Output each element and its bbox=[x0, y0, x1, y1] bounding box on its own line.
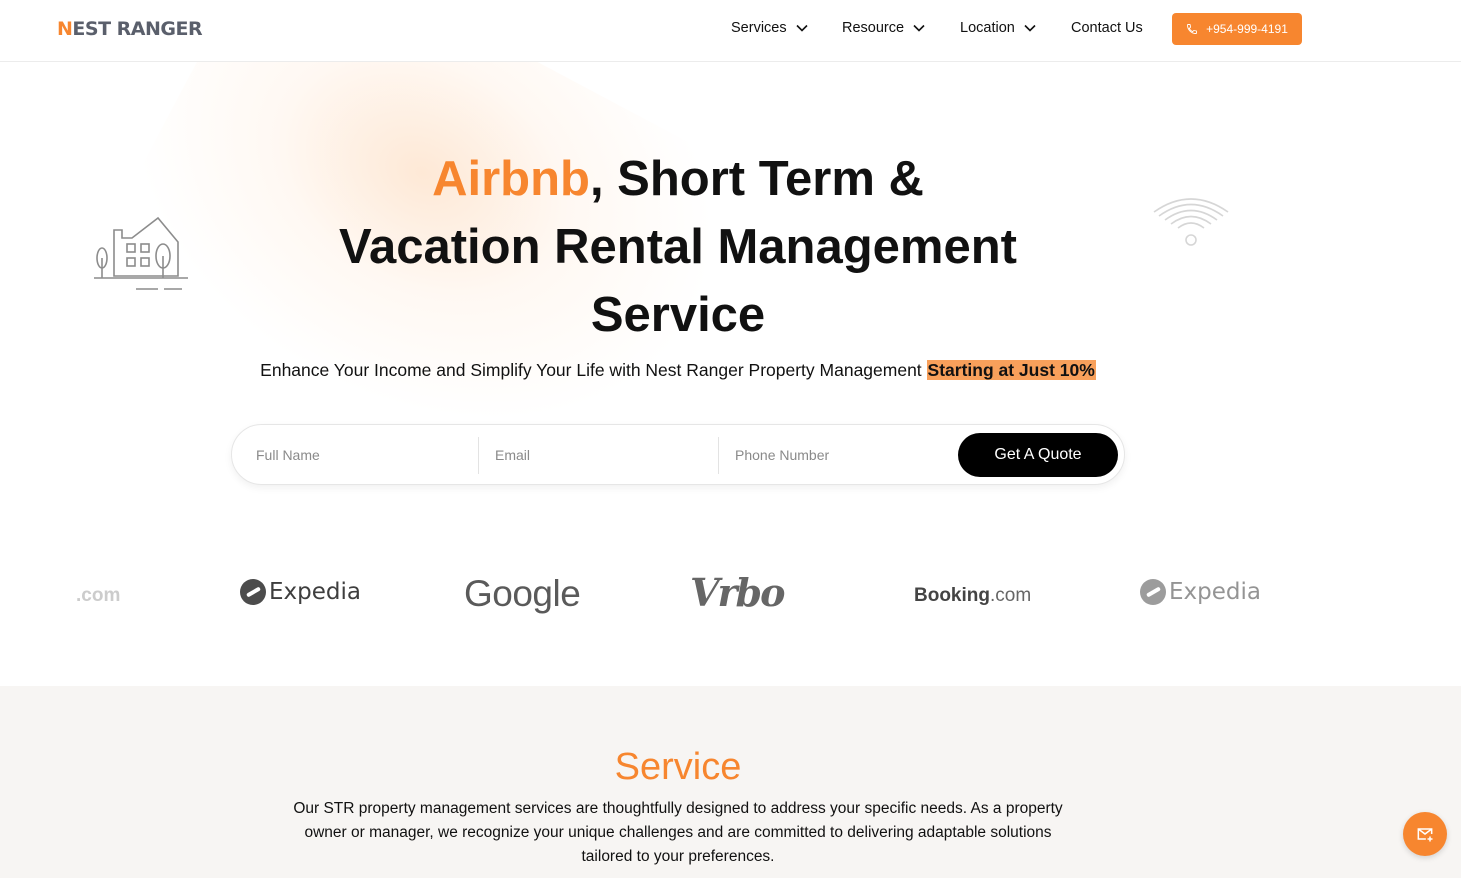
brand-logo-google: Google bbox=[464, 573, 581, 614]
phone-icon bbox=[1187, 24, 1198, 34]
brand-logo-partial-booking: .com bbox=[76, 585, 121, 606]
brand-expedia-text: Expedia bbox=[1169, 579, 1261, 605]
hero-subtitle: Enhance Your Income and Simplify Your Li… bbox=[0, 360, 1356, 381]
full-name-input[interactable] bbox=[256, 437, 476, 473]
quote-form: Get A Quote bbox=[231, 424, 1125, 485]
brand-booking-main: Booking bbox=[914, 585, 990, 606]
nav-contact-label: Contact Us bbox=[1071, 20, 1143, 36]
brand-booking-suffix: .com bbox=[990, 585, 1032, 606]
service-title: Service bbox=[614, 746, 742, 788]
service-section: Service Our STR property management serv… bbox=[0, 686, 1461, 878]
nav-resource[interactable]: Resource bbox=[842, 20, 926, 36]
phone-call-button[interactable]: +954-999-4191 bbox=[1172, 13, 1302, 45]
chevron-down-icon bbox=[796, 24, 808, 32]
chevron-down-icon bbox=[913, 24, 925, 32]
service-description: Our STR property management services are… bbox=[293, 800, 1063, 865]
form-divider bbox=[718, 437, 719, 474]
logo[interactable]: NEST RANGER bbox=[57, 18, 203, 40]
chevron-down-icon bbox=[1024, 24, 1036, 32]
nav-location[interactable]: Location bbox=[960, 20, 1037, 36]
logo-accent-letter: N bbox=[57, 18, 73, 40]
hero-title-line2: Vacation Rental Management bbox=[338, 220, 1017, 274]
hero-title-line1: Airbnb, Short Term & bbox=[0, 145, 1356, 213]
expedia-globe-icon bbox=[1140, 579, 1166, 605]
nav-location-label: Location bbox=[960, 20, 1015, 36]
hero-title-accent: Airbnb bbox=[432, 152, 590, 206]
brand-logo-booking: Booking.com bbox=[914, 585, 1031, 607]
logo-text: EST RANGER bbox=[72, 18, 203, 40]
contact-mail-button[interactable] bbox=[1403, 812, 1447, 856]
expedia-globe-icon bbox=[240, 579, 266, 605]
phone-input[interactable] bbox=[735, 437, 945, 473]
hero-subtitle-text: Enhance Your Income and Simplify Your Li… bbox=[260, 360, 927, 380]
form-divider bbox=[478, 437, 479, 474]
hero-title-line3: Service bbox=[590, 288, 766, 342]
hero-subtitle-highlight: Starting at Just 10% bbox=[926, 360, 1096, 380]
get-a-quote-button[interactable]: Get A Quote bbox=[958, 433, 1118, 477]
nav-services[interactable]: Services bbox=[731, 20, 809, 36]
nav-contact-us[interactable]: Contact Us bbox=[1071, 20, 1143, 36]
email-input[interactable] bbox=[495, 437, 715, 473]
brand-logo-vrbo: Vrbo bbox=[690, 570, 785, 615]
brand-expedia-text: Expedia bbox=[269, 579, 361, 605]
nav-resource-label: Resource bbox=[842, 20, 905, 36]
phone-number-label: +954-999-4191 bbox=[1206, 22, 1288, 36]
hero-title-line1-rest: , Short Term & bbox=[589, 152, 924, 206]
hero-title: Airbnb, Short Term & Vacation Rental Man… bbox=[0, 145, 1356, 349]
brand-logo-expedia: Expedia bbox=[240, 579, 361, 605]
nav-services-label: Services bbox=[731, 20, 787, 36]
mail-icon bbox=[1417, 828, 1433, 842]
brand-logo-expedia: Expedia bbox=[1140, 579, 1261, 605]
site-header: NEST RANGER Services Resource Location C… bbox=[0, 0, 1461, 62]
